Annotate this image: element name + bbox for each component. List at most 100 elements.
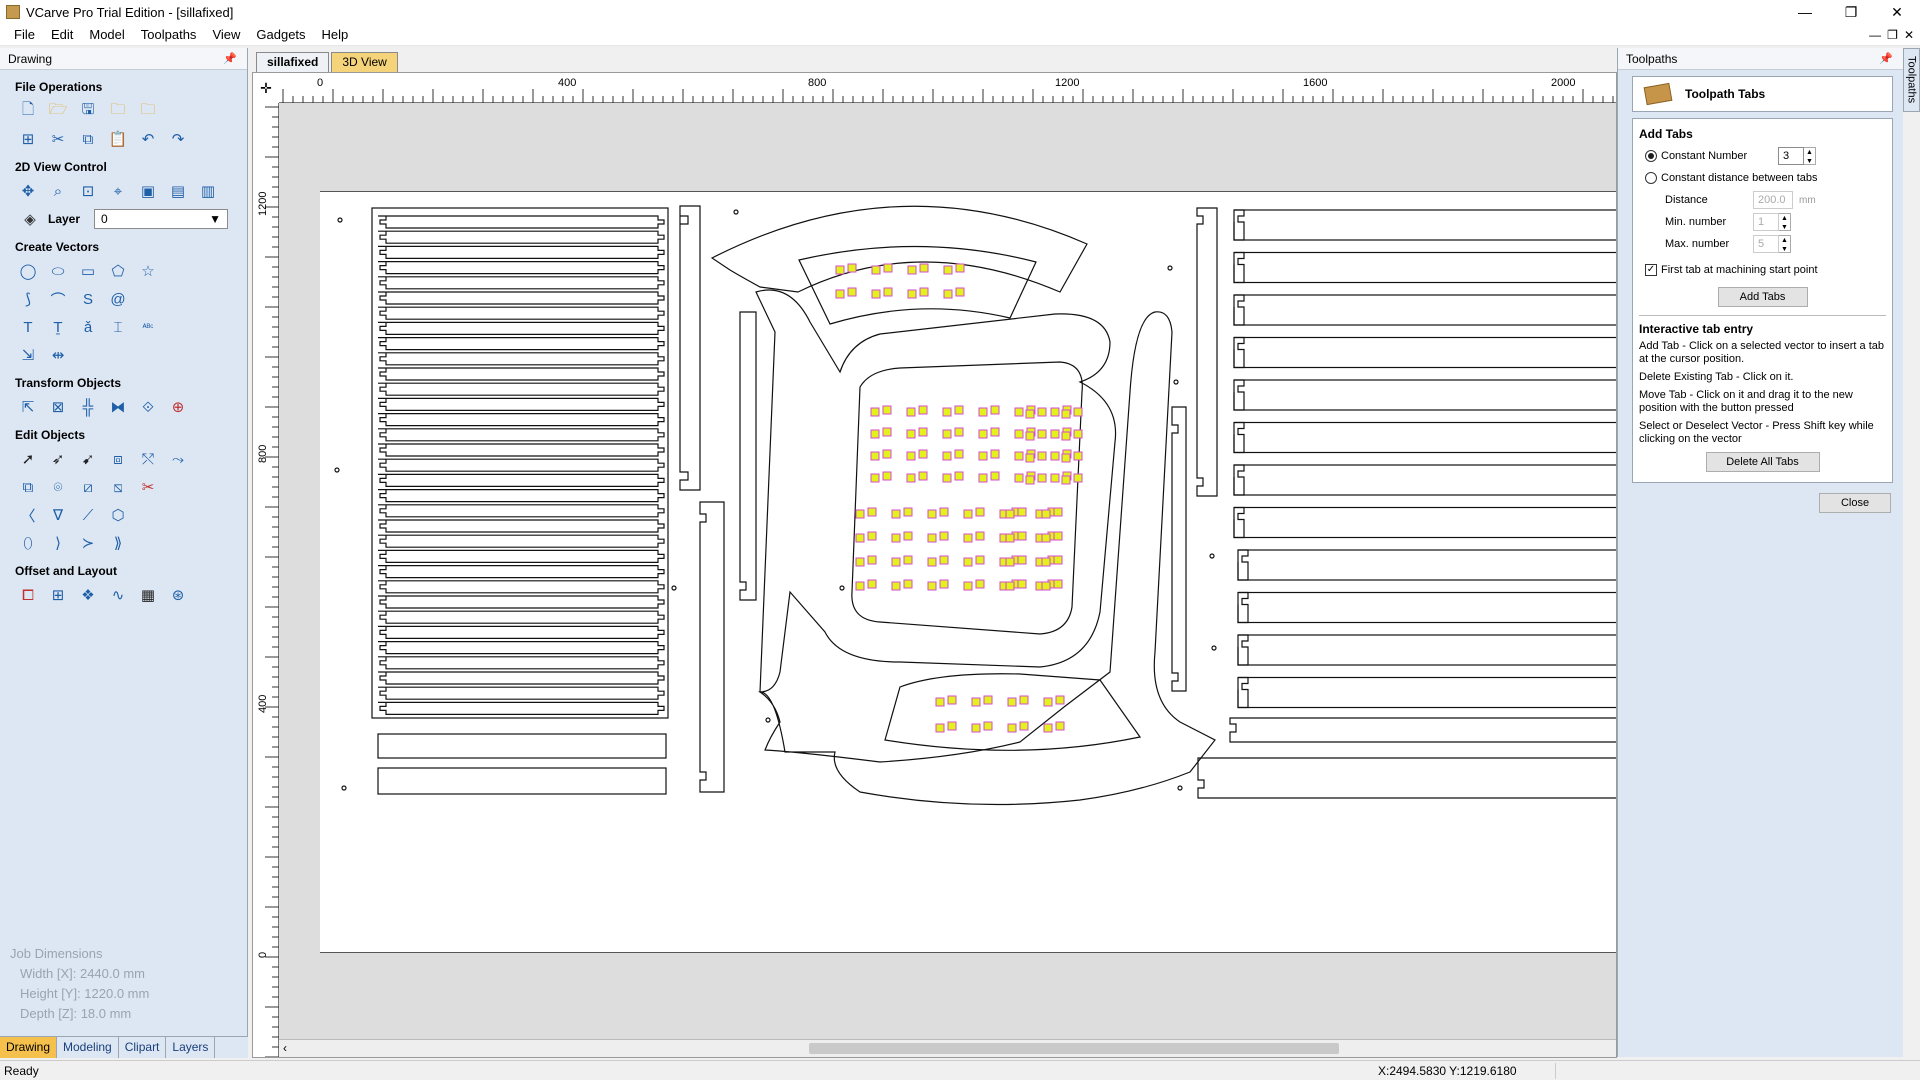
move-icon[interactable]: ⇱ [16,396,40,418]
material-sheet[interactable] [320,191,1617,954]
zoom-icon[interactable]: ⌕ [46,180,70,202]
abc-icon[interactable]: ᴬᴮᶜ [136,316,160,338]
connect-icon[interactable]: ⟫ [106,532,130,554]
menu-model[interactable]: Model [81,27,132,42]
center-icon[interactable]: ⊕ [166,396,190,418]
mdi-minimize-button[interactable]: — [1869,28,1881,42]
max-up-icon[interactable]: ▲ [1779,236,1790,245]
menu-help[interactable]: Help [314,27,357,42]
constant-number-radio[interactable] [1645,150,1657,162]
maximize-button[interactable]: ❐ [1828,0,1874,24]
mdi-restore-button[interactable]: ❐ [1887,28,1898,42]
rectangle-icon[interactable]: ▭ [76,260,100,282]
text-icon[interactable]: T [16,316,40,338]
chamfer-icon[interactable]: ∇ [46,504,70,526]
min-number-input[interactable]: 1 [1753,213,1779,231]
transform-icon[interactable]: ➹ [76,448,100,470]
cut-icon[interactable]: ✂ [46,128,70,150]
join-icon[interactable]: ⌾ [46,476,70,498]
select-all-icon[interactable]: ⊞ [16,128,40,150]
view-b-icon[interactable]: ▤ [166,180,190,202]
horizontal-scrollbar[interactable]: ‹ [279,1039,1616,1057]
fillet-icon[interactable]: 〈 [16,504,40,526]
min-down-icon[interactable]: ▼ [1779,223,1790,232]
pan-icon[interactable]: ✥ [16,180,40,202]
nest-icon[interactable]: ❖ [76,584,100,606]
pin-icon-right[interactable]: 📌 [1879,52,1893,65]
delete-all-tabs-button[interactable]: Delete All Tabs [1705,452,1820,472]
add-tabs-button[interactable]: Add Tabs [1717,287,1808,307]
mirror-icon[interactable]: ⧓ [106,396,130,418]
weld-icon[interactable]: ⧉ [16,476,40,498]
close-window-button[interactable]: ✕ [1874,0,1920,24]
menu-edit[interactable]: Edit [43,27,81,42]
tab-drawing[interactable]: Drawing [0,1037,58,1058]
max-number-input[interactable]: 5 [1753,235,1779,253]
tab-clipart[interactable]: Clipart [119,1037,167,1058]
menu-view[interactable]: View [204,27,248,42]
distance-input[interactable]: 200.0 [1753,191,1793,209]
ellipse-icon[interactable]: ⬭ [46,260,70,282]
ruler-origin-icon[interactable]: ✛ [253,73,279,103]
polyline-icon[interactable]: ⟆ [16,288,40,310]
redo-icon[interactable]: ↷ [166,128,190,150]
measure-icon[interactable]: ⇹ [46,344,70,366]
scrollbar-thumb[interactable] [809,1043,1339,1054]
drawing-vectors[interactable] [320,192,1617,954]
dimension-icon[interactable]: ⇲ [16,344,40,366]
select-icon[interactable]: ➚ [16,448,40,470]
text-on-curve-icon[interactable]: ǎ [76,316,100,338]
copy-along-icon[interactable]: ∿ [106,584,130,606]
view-c-icon[interactable]: ▥ [196,180,220,202]
scale-icon[interactable]: ⊠ [46,396,70,418]
first-tab-checkbox[interactable]: ✓ [1645,264,1657,276]
scroll-left-icon[interactable]: ‹ [283,1041,287,1055]
open-folder-icon[interactable]: 🗀 [136,100,160,122]
spin-up-icon[interactable]: ▲ [1804,148,1815,157]
constant-distance-radio[interactable] [1645,172,1657,184]
spiral-icon[interactable]: @ [106,288,130,310]
paste-icon[interactable]: 📋 [106,128,130,150]
save-icon[interactable]: 🖫 [76,100,100,122]
constant-number-input[interactable]: 3 [1778,147,1804,165]
tab-layers[interactable]: Layers [166,1037,216,1058]
smooth-icon[interactable]: ⬯ [16,532,40,554]
min-number-arrows[interactable]: ▲ ▼ [1779,213,1791,231]
align-icon[interactable]: ╬ [76,396,100,418]
arc-icon[interactable]: ⌒ [46,288,70,310]
close-button[interactable]: Close [1819,493,1891,513]
tab-3d-view[interactable]: 3D View [331,52,398,72]
spin-down-icon[interactable]: ▼ [1804,157,1815,166]
import-icon[interactable]: 🗀 [106,100,130,122]
text-autolayout-icon[interactable]: ⌶ [106,316,130,338]
offset-icon[interactable]: ⧠ [16,584,40,606]
menu-toolpaths[interactable]: Toolpaths [133,27,205,42]
tab-modeling[interactable]: Modeling [57,1037,119,1058]
group-icon[interactable]: ⧈ [106,448,130,470]
tab-sillafixed[interactable]: sillafixed [256,52,330,72]
break-icon[interactable]: ≻ [76,532,100,554]
block-copy-icon[interactable]: ▦ [136,584,160,606]
copy-icon[interactable]: ⧉ [76,128,100,150]
pin-icon[interactable]: 📌 [223,52,237,65]
min-up-icon[interactable]: ▲ [1779,214,1790,223]
close-vector-icon[interactable]: ⬡ [106,504,130,526]
trim-icon[interactable]: ⤳ [166,448,190,470]
max-down-icon[interactable]: ▼ [1779,245,1790,254]
toolpaths-side-tab[interactable]: Toolpaths [1903,48,1920,112]
zoom-box-icon[interactable]: ⌖ [106,180,130,202]
minimize-button[interactable]: — [1782,0,1828,24]
circle-icon[interactable]: ◯ [16,260,40,282]
polygon-icon[interactable]: ⬠ [106,260,130,282]
menu-gadgets[interactable]: Gadgets [248,27,313,42]
menu-file[interactable]: File [6,27,43,42]
fit-curve-icon[interactable]: ⟩ [46,532,70,554]
constant-number-arrows[interactable]: ▲ ▼ [1804,147,1816,165]
distort-icon[interactable]: ⟐ [136,396,160,418]
subtract-icon[interactable]: ⧄ [76,476,100,498]
curve-icon[interactable]: S [76,288,100,310]
extend-icon[interactable]: ⟋ [76,504,100,526]
circular-array-icon[interactable]: ⊛ [166,584,190,606]
zoom-extents-icon[interactable]: ⊡ [76,180,100,202]
max-number-arrows[interactable]: ▲ ▼ [1779,235,1791,253]
